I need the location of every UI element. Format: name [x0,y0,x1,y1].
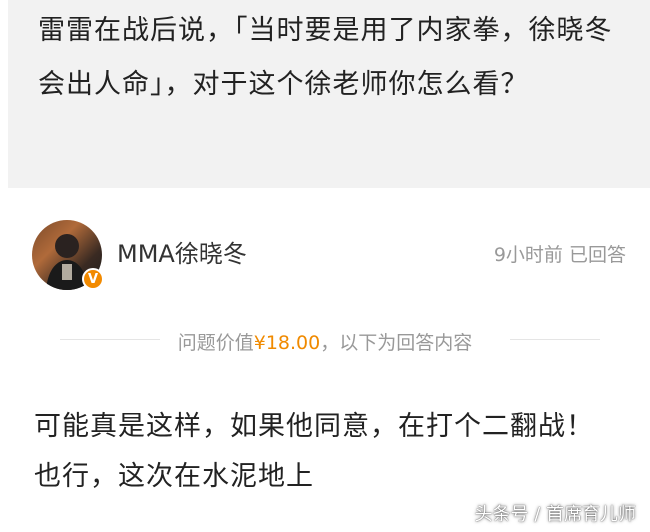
answer-header: V MMA徐晓冬 9小时前 已回答 [0,210,650,290]
question-value: 问题价值¥18.00，以下为回答内容 [0,328,650,355]
question-text: 雷雷在战后说，「当时要是用了内家拳，徐晓冬会出人命」，对于这个徐老师你怎么看？ [38,15,613,100]
value-amount: ¥18.00 [253,332,321,354]
answer-time: 9小时前 [493,244,563,266]
watermark: 头条号 / 首席育儿师 [474,504,636,525]
question-value-divider: 问题价值¥18.00，以下为回答内容 [0,320,650,360]
answer-status: 已回答 [568,244,626,266]
answer-meta: 9小时前 已回答 [494,240,626,267]
author-name[interactable]: MMA徐晓冬 [117,234,247,269]
divider-line-right [510,339,600,340]
value-prefix: 问题价值 [177,332,254,354]
question-card[interactable]: 雷雷在战后说，「当时要是用了内家拳，徐晓冬会出人命」，对于这个徐老师你怎么看？ [8,0,650,188]
verified-v-icon: V [82,268,104,290]
answer-content: 可能真是这样，如果他同意，在打个二翻战！也行，这次在水泥地上 [34,411,594,492]
value-suffix: ，以下为回答内容 [320,332,473,354]
